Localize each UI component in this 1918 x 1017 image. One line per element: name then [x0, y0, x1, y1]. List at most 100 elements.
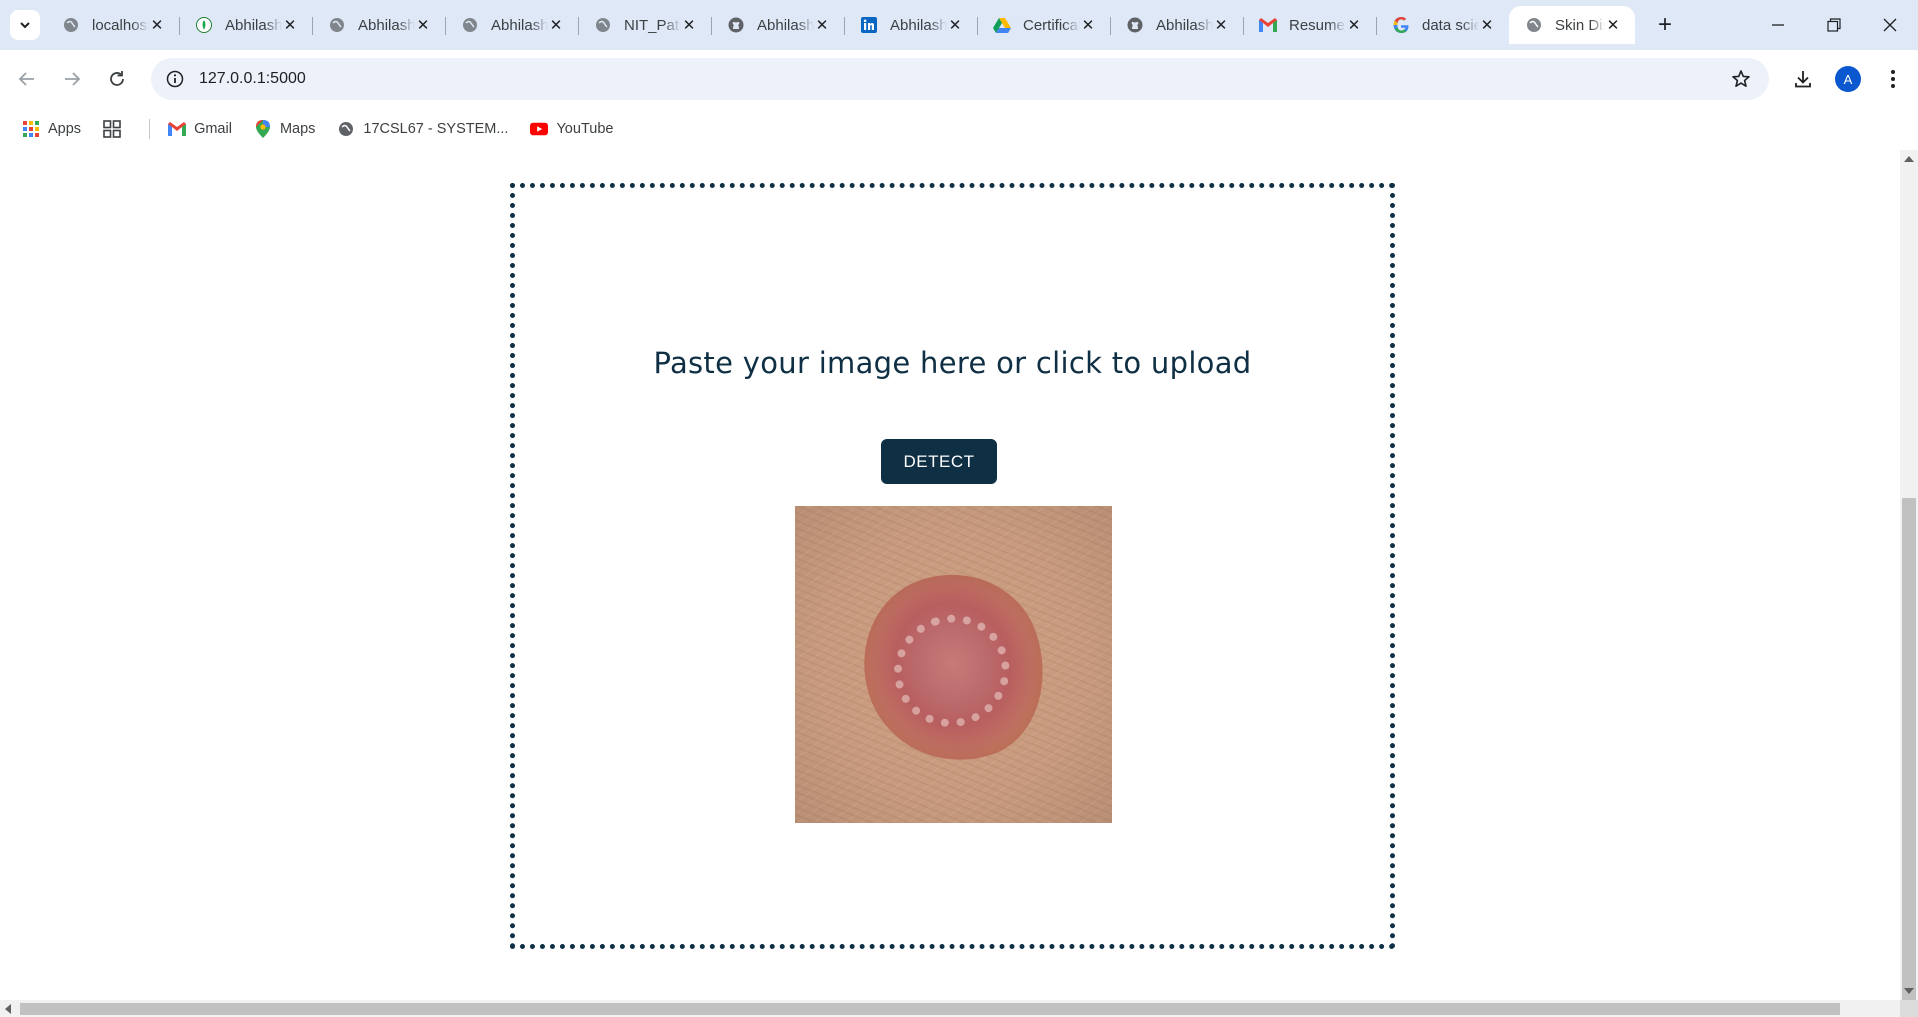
close-icon[interactable]: ✕	[1605, 17, 1621, 34]
bookmark-label: 17CSL67 - SYSTEM...	[363, 121, 509, 137]
maps-pin-icon	[254, 120, 272, 138]
close-icon[interactable]: ✕	[1213, 17, 1229, 34]
back-button[interactable]	[10, 62, 44, 96]
tab-abhilash-linkedin[interactable]: Abhilash ✕	[844, 6, 977, 44]
close-icon[interactable]: ✕	[681, 17, 697, 34]
site-info-icon[interactable]	[163, 67, 187, 91]
globe-icon	[62, 16, 80, 34]
tab-title: Abhilash	[225, 16, 282, 34]
bookmark-star-icon[interactable]	[1729, 67, 1753, 91]
tab-title: data science	[1422, 16, 1479, 34]
bookmark-label: Maps	[279, 121, 316, 137]
plus-icon: +	[1657, 11, 1672, 38]
url-text[interactable]: 127.0.0.1:5000	[199, 70, 306, 88]
image-drop-zone[interactable]: Paste your image here or click to upload…	[510, 183, 1395, 949]
bookmark-label: YouTube	[556, 121, 614, 137]
close-icon[interactable]: ✕	[149, 17, 165, 34]
bookmark-17csl67[interactable]: 17CSL67 - SYSTEM...	[337, 120, 508, 138]
tab-data-science-google[interactable]: data science ✕	[1376, 6, 1509, 44]
gmail-icon	[168, 120, 187, 138]
close-icon[interactable]: ✕	[1080, 17, 1096, 34]
tab-groups-icon	[103, 120, 121, 138]
tab-certificate-drive[interactable]: Certificate ✕	[977, 6, 1110, 44]
gmail-icon	[1259, 16, 1277, 34]
tab-title: Skin Disease	[1555, 16, 1605, 34]
arrow-left-icon	[18, 72, 34, 86]
tab-localhost[interactable]: localhost ✕	[46, 6, 179, 44]
minimize-button[interactable]	[1750, 0, 1806, 50]
tab-nit-patna[interactable]: NIT_Patna ✕	[578, 6, 711, 44]
new-tab-button[interactable]: +	[1650, 10, 1680, 40]
horizontal-scroll-thumb[interactable]	[20, 1003, 1840, 1015]
skin-lesion-photo	[840, 551, 1068, 785]
bookmarks-bar: Apps Gmail Maps 17CSL67 - SYSTEM... YouT…	[0, 108, 1918, 150]
close-icon[interactable]: ✕	[282, 17, 298, 34]
tab-search-button[interactable]	[10, 10, 40, 40]
scroll-left-arrow-icon[interactable]	[5, 1004, 11, 1014]
tab-abhilash-github[interactable]: Abhilash ✕	[711, 6, 844, 44]
tab-title: Abhilash	[757, 16, 814, 34]
bookmark-youtube[interactable]: YouTube	[530, 120, 613, 138]
globe-icon	[1525, 16, 1543, 34]
tab-title: Abhilash	[1156, 16, 1213, 34]
close-icon[interactable]: ✕	[814, 17, 830, 34]
tab-abhilash-mongodb[interactable]: Abhilash ✕	[179, 6, 312, 44]
github-icon	[727, 16, 745, 34]
google-icon	[1392, 16, 1410, 34]
uploaded-image-preview	[795, 506, 1112, 823]
downloads-button[interactable]	[1786, 62, 1820, 96]
github-icon	[1126, 16, 1144, 34]
vertical-scroll-thumb[interactable]	[1902, 498, 1916, 1014]
close-icon[interactable]: ✕	[415, 17, 431, 34]
bookmark-tab-groups[interactable]	[103, 120, 129, 138]
tab-abhilash-github-2[interactable]: Abhilash ✕	[1110, 6, 1243, 44]
globe-icon	[337, 120, 355, 138]
restore-button[interactable]	[1806, 0, 1862, 50]
tab-abhilash-2[interactable]: Abhilash ✕	[312, 6, 445, 44]
close-icon[interactable]: ✕	[1479, 17, 1495, 34]
bookmark-label: Apps	[48, 121, 82, 137]
tab-abhilash-3[interactable]: Abhilash ✕	[445, 6, 578, 44]
restore-icon	[1827, 18, 1841, 32]
close-icon[interactable]: ✕	[1346, 17, 1362, 34]
bookmark-separator	[149, 119, 151, 139]
upload-prompt[interactable]: Paste your image here or click to upload	[515, 346, 1390, 380]
mongodb-leaf-icon	[195, 16, 213, 34]
forward-button[interactable]	[55, 62, 89, 96]
tab-title: Abhilash	[358, 16, 415, 34]
bookmark-apps[interactable]: Apps	[22, 120, 81, 138]
globe-icon	[594, 16, 612, 34]
close-window-button[interactable]	[1862, 0, 1918, 50]
tab-title: localhost	[92, 16, 149, 34]
horizontal-scrollbar[interactable]	[0, 1000, 1900, 1017]
close-icon	[1883, 18, 1897, 32]
browser-menu-button[interactable]	[1876, 62, 1910, 96]
arrow-right-icon	[65, 72, 81, 86]
close-icon[interactable]: ✕	[548, 17, 564, 34]
bookmark-maps[interactable]: Maps	[254, 120, 315, 138]
tab-title: Resume	[1289, 16, 1345, 34]
tab-title: Abhilash	[491, 16, 548, 34]
scroll-down-arrow-icon[interactable]	[1904, 988, 1914, 994]
scroll-up-arrow-icon[interactable]	[1904, 156, 1914, 162]
reload-button[interactable]	[100, 62, 134, 96]
avatar: A	[1835, 66, 1861, 92]
vertical-scrollbar[interactable]	[1900, 150, 1918, 1014]
detect-button[interactable]: DETECT	[881, 439, 997, 484]
google-drive-icon	[993, 16, 1011, 34]
scrollbar-corner	[1900, 1000, 1918, 1017]
tab-skin-disease-active[interactable]: Skin Disease ✕	[1509, 6, 1635, 44]
tab-title: Abhilash	[890, 16, 947, 34]
more-vert-icon	[1891, 70, 1895, 88]
tab-resume-gmail[interactable]: Resume ✕	[1243, 6, 1376, 44]
chevron-down-icon	[20, 22, 30, 29]
tab-list: localhost ✕ Abhilash ✕ Abhilash ✕ Abhila…	[46, 6, 1635, 50]
address-bar[interactable]: 127.0.0.1:5000	[151, 58, 1769, 100]
youtube-icon	[530, 120, 549, 138]
globe-icon	[461, 16, 479, 34]
close-icon[interactable]: ✕	[947, 17, 963, 34]
profile-button[interactable]: A	[1831, 62, 1865, 96]
tab-strip: localhost ✕ Abhilash ✕ Abhilash ✕ Abhila…	[0, 0, 1918, 50]
bookmark-gmail[interactable]: Gmail	[168, 120, 232, 138]
linkedin-icon	[860, 16, 878, 34]
